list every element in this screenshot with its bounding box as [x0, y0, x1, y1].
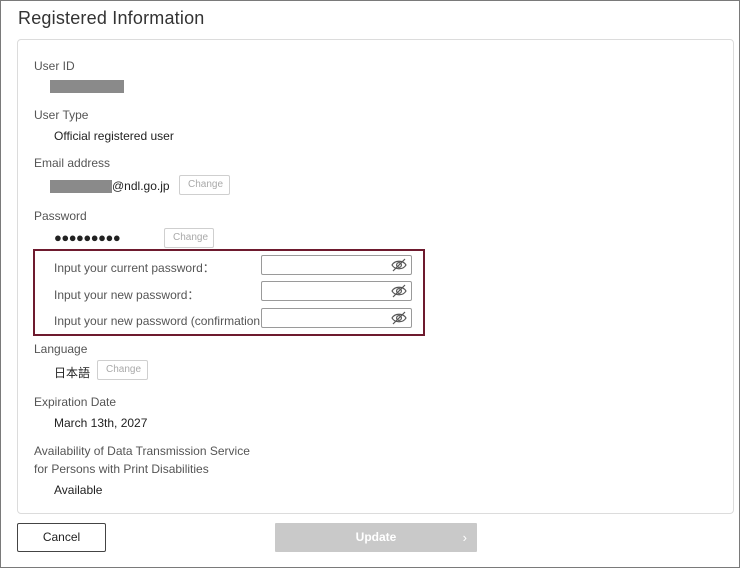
- current-password-input[interactable]: [261, 255, 412, 275]
- eye-slash-icon[interactable]: [391, 258, 407, 272]
- user-id-label: User ID: [34, 59, 75, 73]
- confirm-password-input[interactable]: [261, 308, 412, 328]
- update-button[interactable]: Update ›: [275, 523, 477, 552]
- expiration-value: March 13th, 2027: [54, 416, 148, 430]
- chevron-right-icon: ›: [462, 530, 467, 545]
- password-label: Password: [34, 209, 87, 223]
- availability-label-line1: Availability of Data Transmission Servic…: [34, 444, 250, 458]
- password-masked: ●●●●●●●●●: [54, 230, 121, 245]
- page-title: Registered Information: [18, 8, 205, 28]
- email-change-button[interactable]: Change: [179, 175, 230, 195]
- new-password-label: Input your new password：: [54, 288, 200, 302]
- current-password-label: Input your current password：: [54, 261, 215, 275]
- email-label: Email address: [34, 156, 111, 170]
- eye-slash-icon[interactable]: [391, 284, 407, 298]
- language-change-button[interactable]: Change: [97, 360, 148, 380]
- user-type-value: Official registered user: [54, 129, 174, 143]
- email-domain: @ndl.go.jp: [112, 179, 170, 193]
- confirm-password-label: Input your new password (confirmation)：: [54, 314, 260, 328]
- email-redacted: [50, 180, 112, 193]
- availability-label-line2: for Persons with Print Disabilities: [34, 462, 209, 476]
- cancel-button[interactable]: Cancel: [17, 523, 106, 552]
- user-type-label: User Type: [34, 108, 89, 122]
- availability-value: Available: [54, 483, 103, 497]
- update-button-label: Update: [355, 530, 397, 544]
- password-change-button[interactable]: Change: [164, 228, 214, 248]
- user-id-redacted: [50, 80, 124, 93]
- language-value: 日本語: [54, 366, 91, 380]
- language-label: Language: [34, 342, 88, 356]
- eye-slash-icon[interactable]: [391, 311, 407, 325]
- new-password-input[interactable]: [261, 281, 412, 301]
- expiration-label: Expiration Date: [34, 395, 117, 409]
